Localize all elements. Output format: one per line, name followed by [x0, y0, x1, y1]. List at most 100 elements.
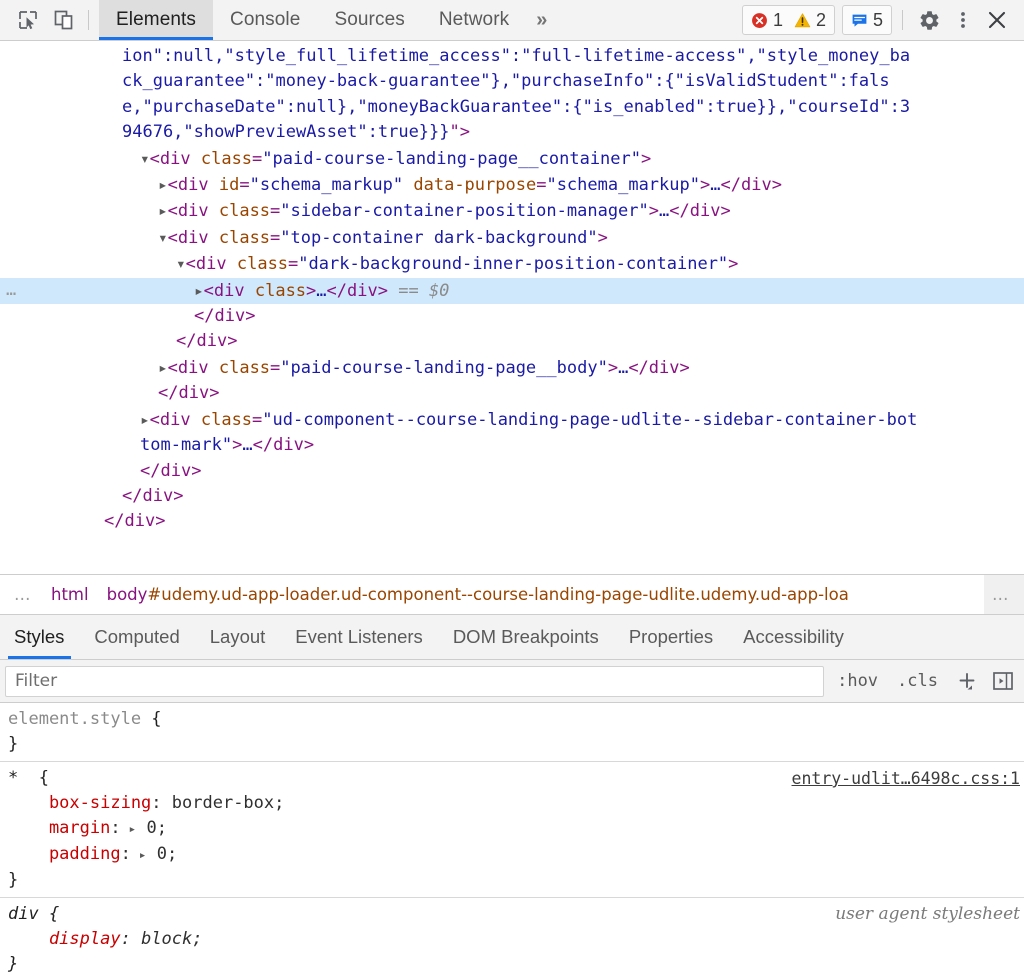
css-property-name[interactable]: padding	[8, 844, 121, 864]
tab-elements[interactable]: Elements	[99, 0, 213, 40]
tab-properties[interactable]: Properties	[614, 615, 728, 659]
code-token-punc: </	[194, 306, 214, 326]
code-token-punc: </	[158, 383, 178, 403]
css-rule[interactable]: entry-udlit…6498c.css:1* { box-sizing: b…	[0, 762, 1024, 898]
hover-state-button[interactable]: :hov	[831, 671, 884, 691]
dom-node[interactable]: ion":null,"style_full_lifetime_access":"…	[0, 44, 1024, 69]
code-token-ellip: …	[710, 175, 720, 195]
expand-collapse-down-icon[interactable]	[140, 149, 150, 169]
css-property-value[interactable]: border-box;	[162, 793, 285, 813]
css-selector-line[interactable]: element.style {	[0, 707, 1024, 732]
more-options-icon[interactable]	[946, 5, 980, 35]
dom-node[interactable]: <div class="paid-course-landing-page__bo…	[0, 355, 1024, 381]
breadcrumb-item-html[interactable]: html	[42, 585, 98, 604]
shorthand-expand-icon[interactable]: ▸	[121, 822, 137, 837]
dom-node[interactable]: <div class="sidebar-container-position-m…	[0, 198, 1024, 224]
close-icon[interactable]	[980, 5, 1014, 35]
expand-collapse-right-icon[interactable]	[158, 201, 168, 221]
styles-pane-tabs: Styles Computed Layout Event Listeners D…	[0, 615, 1024, 660]
dom-node[interactable]: <div class="paid-course-landing-page__co…	[0, 146, 1024, 172]
css-rule[interactable]: element.style {}	[0, 703, 1024, 762]
tab-styles-label: Styles	[14, 626, 64, 648]
expand-collapse-right-icon[interactable]	[158, 175, 168, 195]
css-declaration[interactable]: display: block;	[0, 927, 1024, 952]
code-token-tag: div	[214, 306, 245, 326]
dom-tree[interactable]: ion":null,"style_full_lifetime_access":"…	[0, 41, 1024, 574]
css-declaration[interactable]: box-sizing: border-box;	[0, 791, 1024, 816]
code-token-sp	[191, 149, 201, 169]
code-token-punc: =	[270, 358, 280, 378]
css-declaration[interactable]: padding: ▸ 0;	[0, 842, 1024, 868]
message-counter[interactable]: 5	[851, 10, 883, 31]
tab-dom-breakpoints[interactable]: DOM Breakpoints	[438, 615, 614, 659]
dom-node[interactable]: tom-mark">…</div>	[0, 433, 1024, 458]
css-property-value[interactable]: 0;	[136, 818, 167, 838]
code-token-punc: </	[720, 175, 740, 195]
tab-sources[interactable]: Sources	[317, 0, 421, 40]
dom-node-selected[interactable]: …<div class>…</div> == $0	[0, 278, 1024, 304]
styles-rules-list[interactable]: element.style {} entry-udlit…6498c.css:1 *…	[0, 703, 1024, 975]
code-token-attr: class	[237, 254, 288, 274]
issue-counters[interactable]: 1 2	[742, 5, 835, 35]
tab-styles[interactable]: Styles	[0, 615, 79, 659]
dom-node[interactable]: 94676,"showPreviewAsset":true}}}">	[0, 120, 1024, 145]
devtools-toolbar: Elements Console Sources Network » 1 2	[0, 0, 1024, 41]
gear-icon[interactable]	[912, 5, 946, 35]
tab-console[interactable]: Console	[213, 0, 317, 40]
shorthand-expand-icon[interactable]: ▸	[131, 848, 147, 863]
dom-node[interactable]: ck_guarantee":"money-back-guarantee"},"p…	[0, 69, 1024, 94]
breadcrumb-overflow-left[interactable]: …	[0, 585, 42, 604]
expand-collapse-right-icon[interactable]	[140, 410, 150, 430]
stylesheet-origin-label: user agent stylesheet	[835, 902, 1020, 927]
tab-network[interactable]: Network	[422, 0, 526, 40]
dom-node[interactable]: <div class="ud-component--course-landing…	[0, 407, 1024, 433]
expand-collapse-down-icon[interactable]	[158, 228, 168, 248]
stylesheet-source-link[interactable]: entry-udlit…6498c.css:1	[792, 766, 1020, 791]
breadcrumb-item-body[interactable]: body#udemy.ud-app-loader.ud-component--c…	[98, 585, 858, 604]
expand-collapse-right-icon[interactable]	[194, 281, 204, 301]
message-count: 5	[873, 10, 883, 31]
dom-node[interactable]: </div>	[0, 329, 1024, 354]
tab-layout[interactable]: Layout	[195, 615, 281, 659]
css-property-value[interactable]: block;	[131, 929, 203, 949]
tab-computed[interactable]: Computed	[79, 615, 194, 659]
expand-collapse-right-icon[interactable]	[158, 358, 168, 378]
css-property-name[interactable]: margin	[8, 818, 110, 838]
more-panels-icon[interactable]: »	[526, 0, 561, 40]
element-classes-button[interactable]: .cls	[891, 671, 944, 691]
dom-node[interactable]: </div>	[0, 381, 1024, 406]
css-property-name[interactable]: display	[8, 929, 121, 949]
css-selector[interactable]: *	[8, 768, 28, 788]
dom-node[interactable]: e,"purchaseDate":null},"moneyBackGuarant…	[0, 95, 1024, 120]
dom-node[interactable]: <div id="schema_markup" data-purpose="sc…	[0, 172, 1024, 198]
code-token-txt: e,"purchaseDate":null},"moneyBackGuarant…	[122, 97, 910, 117]
warning-counter[interactable]: 2	[794, 10, 826, 31]
dom-node[interactable]: <div class="dark-background-inner-positi…	[0, 251, 1024, 277]
code-token-tag: div	[178, 201, 209, 221]
dom-node[interactable]: </div>	[0, 304, 1024, 329]
breadcrumb-overflow-right[interactable]: …	[984, 575, 1024, 614]
css-property-value[interactable]: 0;	[147, 844, 178, 864]
tab-event-listeners[interactable]: Event Listeners	[280, 615, 438, 659]
dom-node[interactable]: </div>	[0, 484, 1024, 509]
code-token-punc: </	[669, 201, 689, 221]
tab-network-label: Network	[439, 9, 509, 31]
css-property-name[interactable]: box-sizing	[8, 793, 151, 813]
css-declaration[interactable]: margin: ▸ 0;	[0, 816, 1024, 842]
dom-node[interactable]: </div>	[0, 459, 1024, 484]
css-selector[interactable]: element.style	[8, 709, 141, 729]
error-counter[interactable]: 1	[751, 10, 783, 31]
expand-collapse-down-icon[interactable]	[176, 254, 186, 274]
dom-node[interactable]: <div class="top-container dark-backgroun…	[0, 225, 1024, 251]
device-toolbar-icon[interactable]	[46, 5, 82, 35]
filter-input[interactable]	[5, 666, 824, 697]
css-rule[interactable]: user agent stylesheetdiv { display: bloc…	[0, 898, 1024, 975]
css-selector[interactable]: div	[8, 904, 39, 924]
inspect-element-icon[interactable]	[10, 5, 46, 35]
message-counter-box[interactable]: 5	[842, 5, 892, 35]
toggle-sidebar-icon[interactable]	[992, 670, 1014, 692]
tab-accessibility[interactable]: Accessibility	[728, 615, 859, 659]
new-style-rule-button[interactable]	[954, 669, 980, 693]
node-badge-ellipsis[interactable]: …	[6, 278, 17, 303]
dom-node[interactable]: </div>	[0, 509, 1024, 534]
